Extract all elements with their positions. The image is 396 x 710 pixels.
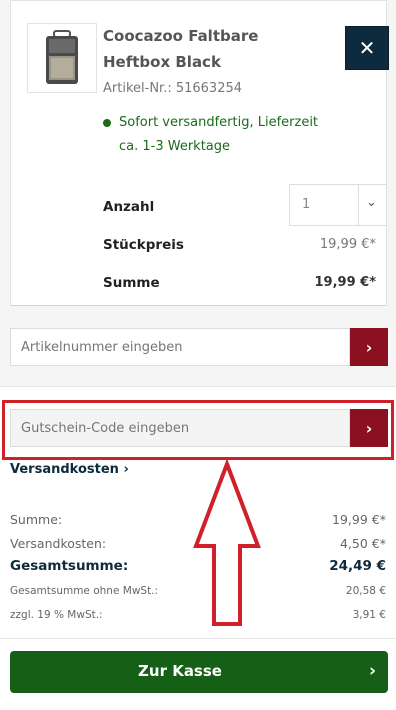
summary-net-value: 20,58 € <box>345 585 386 597</box>
chevron-right-icon: › <box>368 661 376 681</box>
checkout-label: Zur Kasse <box>138 662 222 680</box>
product-name[interactable]: Coocazoo Faltbare Heftbox Black <box>103 23 313 75</box>
product-image <box>46 30 78 84</box>
chevron-right-icon: › <box>123 462 129 477</box>
up-arrow-annotation-icon <box>193 460 261 626</box>
unit-price-label: Stückpreis <box>103 237 184 253</box>
quantity-select[interactable]: 1 ⌄ <box>289 184 387 226</box>
article-number-input[interactable] <box>10 328 350 366</box>
chevron-down-icon: ⌄ <box>366 195 377 210</box>
product-thumbnail[interactable] <box>27 23 97 93</box>
summary-shipping-label: Versandkosten: <box>10 536 107 551</box>
highlight-box <box>2 400 394 460</box>
item-sum-value: 19,99 €* <box>314 275 377 290</box>
summary-vat-value: 3,91 € <box>352 609 386 621</box>
summary-sum-label: Summe: <box>10 512 63 527</box>
cart-item-card: Coocazoo Faltbare Heftbox Black Artikel-… <box>10 0 389 306</box>
checkout-divider <box>0 638 396 639</box>
summary-shipping-value: 4,50 €* <box>339 536 386 551</box>
summary-vat-label: zzgl. 19 % MwSt.: <box>10 609 103 621</box>
item-sum-label: Summe <box>103 275 160 291</box>
quantity-label: Anzahl <box>103 199 155 215</box>
remove-item-button[interactable]: ✕ <box>345 26 389 70</box>
summary-sum-value: 19,99 €* <box>332 512 386 527</box>
summary-total-value: 24,49 € <box>329 558 386 574</box>
chevron-right-icon: › <box>365 337 373 357</box>
article-number-form: › <box>10 328 388 366</box>
close-icon: ✕ <box>358 36 376 60</box>
article-number-submit-button[interactable]: › <box>350 328 388 366</box>
quantity-value: 1 <box>302 197 311 212</box>
availability-text: Sofort versandfertig, Lieferzeit ca. 1-3… <box>119 115 319 154</box>
shipping-costs-label: Versandkosten <box>10 462 119 477</box>
checkout-button[interactable]: Zur Kasse › <box>10 651 388 693</box>
summary-total-label: Gesamtsumme: <box>10 558 129 574</box>
summary-net-label: Gesamtsumme ohne MwSt.: <box>10 585 159 597</box>
shipping-costs-link[interactable]: Versandkosten › <box>10 462 129 477</box>
unit-price-value: 19,99 €* <box>319 237 376 252</box>
article-number: Artikel-Nr.: 51663254 <box>103 81 243 96</box>
quantity-divider <box>358 185 359 225</box>
